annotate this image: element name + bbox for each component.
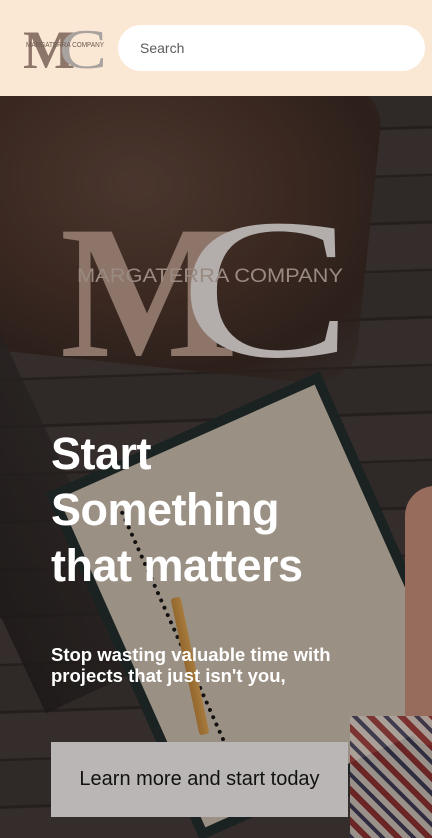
search-input[interactable]: [138, 39, 412, 57]
search-bar[interactable]: [118, 25, 425, 71]
header-logo-company: MARGATERRA COMPANY: [26, 42, 104, 49]
hero-section: M C MARGATERRA COMPANY Start Something t…: [0, 96, 432, 838]
hero-logo: M C MARGATERRA COMPANY: [60, 196, 350, 361]
headline-line-3: that matters: [51, 540, 303, 591]
headline-line-1: Start: [51, 428, 152, 479]
hero-subtext: Stop wasting valuable time with projects…: [51, 644, 331, 686]
headline-line-2: Something: [51, 484, 280, 535]
hero-logo-company: MARGATERRA COMPANY: [77, 266, 343, 287]
learn-more-button[interactable]: Learn more and start today: [51, 742, 348, 817]
hero-headline: Start Something that matters: [51, 426, 411, 594]
site-header: M C MARGATERRA COMPANY: [0, 0, 432, 96]
header-logo[interactable]: M C MARGATERRA COMPANY: [23, 22, 107, 70]
